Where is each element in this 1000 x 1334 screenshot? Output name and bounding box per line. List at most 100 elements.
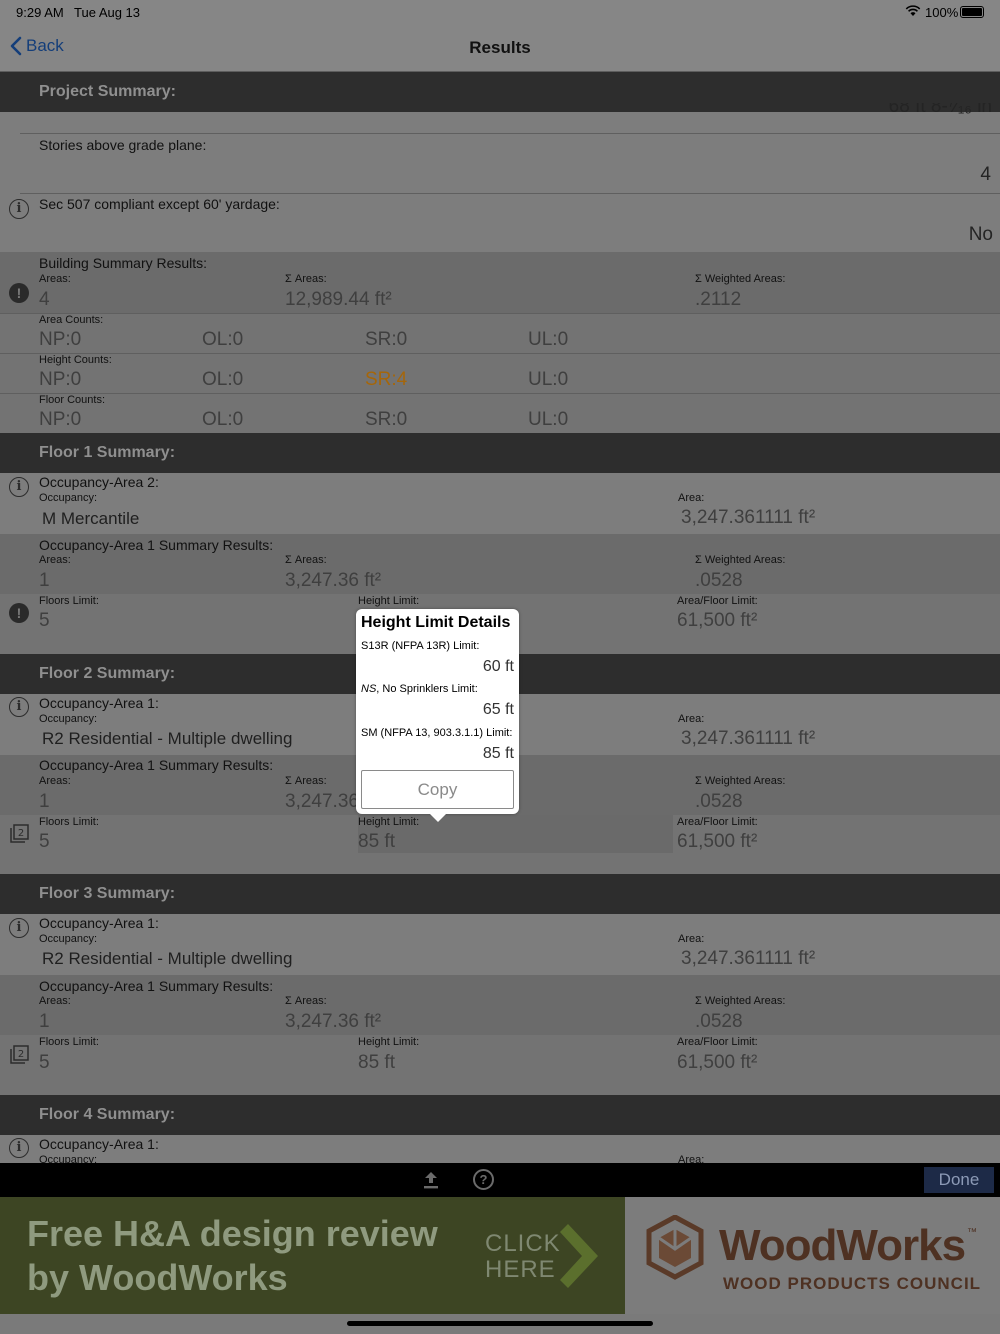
height-count-ol: OL:0 — [202, 369, 244, 390]
floors-limit-label: Floors Limit: — [39, 595, 99, 607]
share-icon[interactable] — [422, 1170, 440, 1190]
weighted-areas-label: Σ Weighted Areas: — [695, 775, 786, 787]
ad-banner[interactable]: Free H&A design review by WoodWorks CLIC… — [0, 1197, 1000, 1314]
area-floor-limit-label: Area/Floor Limit: — [677, 595, 758, 607]
svg-text:2: 2 — [18, 828, 24, 839]
area-floor-limit-value: 61,500 ft² — [677, 1052, 758, 1073]
occupancy-value: M Mercantile — [42, 509, 140, 528]
stacked-floors-icon[interactable]: 2 — [8, 823, 30, 845]
popover-title: Height Limit Details — [361, 614, 511, 631]
floor-count-np: NP:0 — [39, 409, 82, 430]
info-icon[interactable]: i — [9, 477, 29, 497]
copy-button[interactable]: Copy — [361, 770, 514, 809]
info-icon[interactable]: i — [9, 918, 29, 938]
occupancy-value: R2 Residential - Multiple dwelling — [42, 949, 293, 968]
areas-value: 1 — [39, 570, 50, 591]
sum-areas-value: 3,247.36 ft² — [285, 570, 382, 591]
occupancy-label: Occupancy: — [39, 492, 98, 504]
areas-label: Areas: — [39, 775, 71, 787]
areas-label: Areas: — [39, 995, 71, 1007]
ad-right-panel[interactable]: WoodWorks ™ WOOD PRODUCTS COUNCIL — [625, 1197, 1000, 1314]
floors-limit-value: 5 — [39, 610, 50, 631]
area-count-sr: SR:0 — [365, 329, 408, 350]
floor-3-limits-row — [0, 1035, 1000, 1095]
occupancy-title: Occupancy-Area 2: — [39, 474, 159, 490]
area-floor-limit-value: 61,500 ft² — [677, 610, 758, 631]
popover-ns-value: 65 ft — [482, 701, 514, 718]
height-count-np: NP:0 — [39, 369, 82, 390]
sum-areas-label: Σ Areas: — [285, 995, 327, 1007]
warning-icon[interactable]: ! — [9, 603, 29, 623]
home-indicator[interactable] — [347, 1321, 653, 1326]
svg-text:2: 2 — [18, 1049, 24, 1060]
height-limit-value[interactable]: 85 ft — [358, 1052, 395, 1074]
info-icon[interactable]: i — [9, 697, 29, 717]
popover-sm-label: SM (NFPA 13, 903.3.1.1) Limit: — [361, 727, 513, 739]
occupancy-value: R2 Residential - Multiple dwelling — [42, 729, 293, 748]
status-date: Tue Aug 13 — [74, 5, 141, 20]
section-header-floor-3: Floor 3 Summary: — [0, 874, 1000, 914]
popover-arrow — [429, 813, 447, 822]
area-label: Area: — [678, 933, 705, 945]
floors-limit-value: 5 — [39, 1052, 50, 1073]
building-summary-label: Building Summary Results: — [39, 255, 208, 271]
area-label: Area: — [678, 492, 705, 504]
areas-value: 1 — [39, 1011, 50, 1032]
area-floor-limit-label: Area/Floor Limit: — [677, 816, 758, 828]
ad-left-panel[interactable]: Free H&A design review by WoodWorks CLIC… — [0, 1197, 625, 1314]
help-icon[interactable]: ? — [473, 1169, 494, 1190]
floor-counts-label: Floor Counts: — [39, 394, 106, 406]
area-counts-label: Area Counts: — [39, 314, 104, 326]
occupancy-title: Occupancy-Area 1: — [39, 915, 159, 931]
info-icon[interactable]: i — [9, 1138, 29, 1158]
height-value-cut: 68 ft 8-⁷⁄₁₆ in — [888, 103, 992, 117]
ad-tagline: WOOD PRODUCTS COUNCIL — [723, 1274, 982, 1293]
area-count-np: NP:0 — [39, 329, 82, 350]
sum-areas-label: Σ Areas: — [285, 554, 327, 566]
sum-areas-value: 12,989.44 ft² — [285, 289, 392, 310]
info-icon[interactable]: i — [9, 199, 29, 219]
height-limit-label: Height Limit: — [358, 595, 420, 607]
sum-areas-label: Σ Areas: — [285, 775, 327, 787]
summary-title: Occupancy-Area 1 Summary Results: — [39, 537, 274, 553]
battery-percent: 100% — [925, 5, 959, 20]
summary-title: Occupancy-Area 1 Summary Results: — [39, 978, 274, 994]
area-value: 3,247.361111 ft² — [681, 948, 816, 969]
area-count-ol: OL:0 — [202, 329, 244, 350]
status-time: 9:29 AM — [16, 5, 64, 20]
home-indicator-area — [0, 1314, 1000, 1334]
weighted-areas-value: .0528 — [695, 570, 743, 591]
weighted-areas-label: Σ Weighted Areas: — [695, 554, 786, 566]
popover-ns-label-text: , No Sprinklers Limit: — [376, 683, 478, 695]
popover-s13r-value: 60 ft — [482, 658, 514, 675]
stacked-floors-icon[interactable]: 2 — [8, 1044, 30, 1066]
weighted-areas-label: Σ Weighted Areas: — [695, 273, 786, 285]
warning-icon[interactable]: ! — [9, 283, 29, 303]
chevron-right-icon — [560, 1224, 598, 1288]
occupancy-label: Occupancy: — [39, 713, 98, 725]
stories-label: Stories above grade plane: — [39, 137, 207, 153]
counts-block — [0, 313, 1000, 433]
stories-value: 4 — [980, 164, 991, 185]
height-limit-value[interactable]: 85 ft — [358, 831, 395, 853]
done-button[interactable]: Done — [924, 1167, 994, 1193]
areas-label: Areas: — [39, 554, 71, 566]
floors-limit-label: Floors Limit: — [39, 1036, 99, 1048]
popover-ns-label: NS, No Sprinklers Limit: — [361, 683, 478, 695]
floors-limit-value: 5 — [39, 831, 50, 852]
areas-value: 4 — [39, 289, 50, 310]
ad-headline-2: by WoodWorks — [27, 1257, 288, 1298]
occupancy-title: Occupancy-Area 1: — [39, 695, 159, 711]
ad-cta-click: CLICK — [485, 1230, 561, 1257]
ad-headline-1: Free H&A design review — [27, 1213, 438, 1254]
sec507-label: Sec 507 compliant except 60' yardage: — [39, 196, 280, 212]
status-bar: 9:29 AM Tue Aug 13 100% — [0, 0, 1000, 24]
sum-areas-value: 3,247.36 ft² — [285, 1011, 382, 1032]
floors-limit-label: Floors Limit: — [39, 816, 99, 828]
battery-icon — [960, 6, 984, 18]
section-header-project: Project Summary: — [0, 72, 1000, 112]
ad-brand: WoodWorks — [719, 1221, 966, 1270]
area-floor-limit-value: 61,500 ft² — [677, 831, 758, 852]
sec507-value: No — [968, 224, 993, 245]
floor-count-sr: SR:0 — [365, 409, 408, 430]
